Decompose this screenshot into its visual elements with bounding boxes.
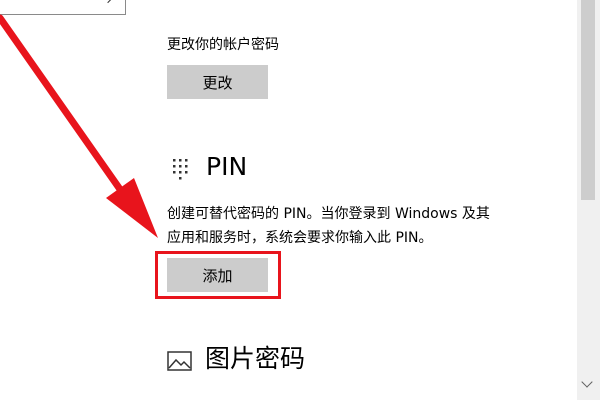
scrollbar-thumb[interactable]: [581, 0, 595, 200]
vertical-scrollbar[interactable]: [577, 0, 600, 400]
pin-description-line2: 应用和服务时，系统会要求你输入此 PIN。: [167, 230, 433, 246]
highlight-box: [155, 251, 281, 299]
change-password-button[interactable]: 更改: [167, 65, 268, 99]
chevron-icon: [100, 0, 116, 4]
pin-description-line1: 创建可替代密码的 PIN。当你登录到 Windows 及其: [167, 206, 490, 222]
arrow-shaft: [0, 14, 128, 199]
picture-password-heading: 图片密码: [205, 344, 306, 373]
picture-icon: [167, 351, 192, 371]
annotation-arrow: [0, 14, 158, 238]
keypad-icon: [173, 159, 188, 180]
dropdown-partial[interactable]: [0, 0, 126, 15]
arrow-head-icon: [106, 178, 158, 238]
pin-heading: PIN: [206, 152, 248, 181]
scroll-down-arrow-icon[interactable]: [581, 376, 593, 388]
change-password-description: 更改你的帐户密码: [167, 37, 279, 53]
